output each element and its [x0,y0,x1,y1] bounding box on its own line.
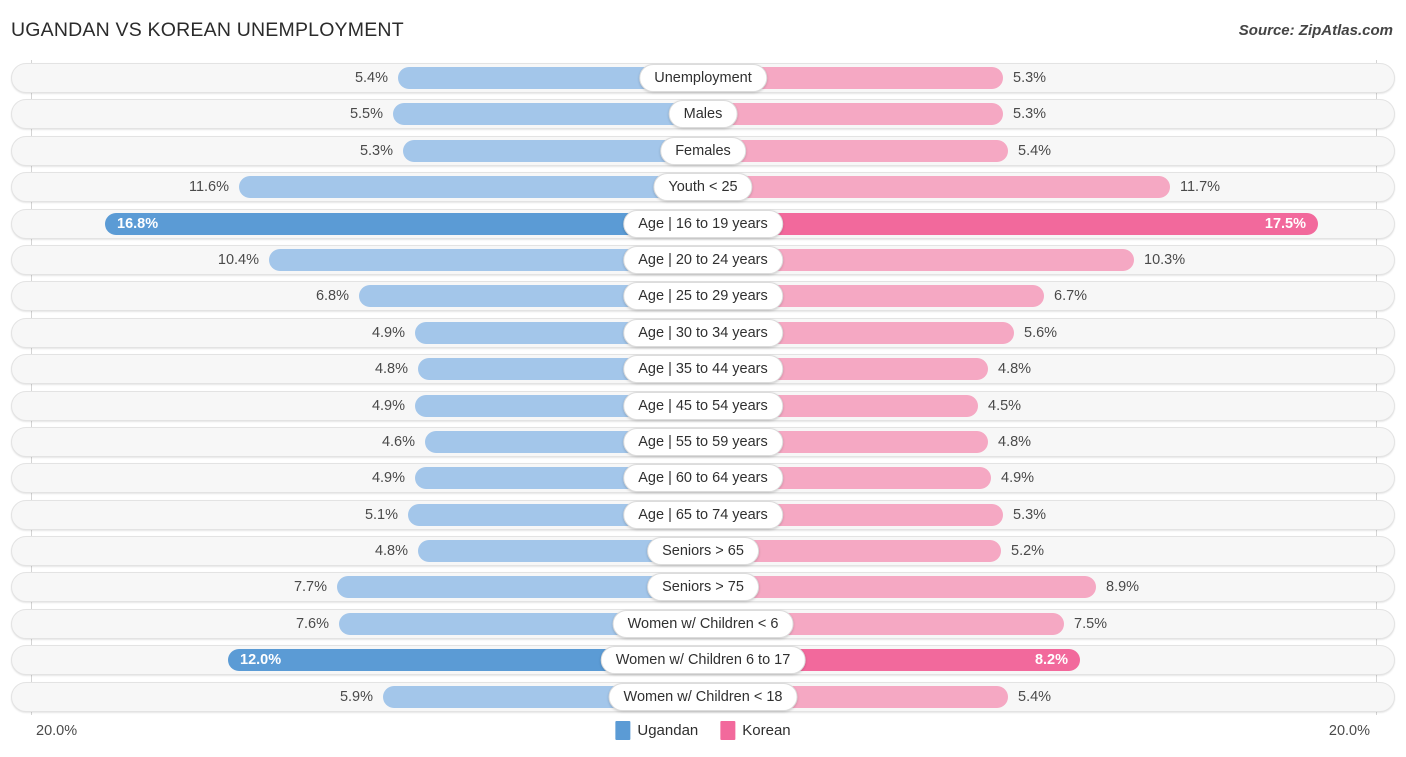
value-label-korean: 5.3% [1013,106,1047,123]
table-row: 4.9% 4.9% Age | 60 to 64 years [0,460,1406,496]
bar-ugandan [239,176,703,199]
category-label: Age | 65 to 74 years [623,500,783,529]
value-label-ugandan: 4.9% [371,324,405,341]
category-label: Women w/ Children < 6 [612,609,794,638]
legend-item: Korean [720,721,791,740]
value-label-ugandan: 7.7% [293,579,327,596]
category-label: Males [668,100,738,129]
value-label-korean: 10.3% [1144,251,1186,268]
bar-rows: 5.4% 5.3% Unemployment 5.5% 5.3% Males 5.3% 5.4… [0,60,1406,715]
value-label-ugandan: 10.4% [217,251,259,268]
bar-korean [703,103,1003,126]
category-label: Age | 30 to 34 years [623,318,783,347]
table-row: 5.5% 5.3% Males [0,96,1406,132]
table-row: 7.6% 7.5% Women w/ Children < 6 [0,606,1406,642]
value-label-korean: 5.3% [1013,506,1047,523]
value-label-ugandan: 12.0% [240,652,282,669]
legend-label: Ugandan [637,722,699,739]
value-label-korean: 5.4% [1018,688,1052,705]
table-row: 4.8% 4.8% Age | 35 to 44 years [0,351,1406,387]
table-row: 4.8% 5.2% Seniors > 65 [0,533,1406,569]
category-label: Age | 60 to 64 years [623,464,783,493]
value-label-korean: 8.2% [1034,652,1068,669]
table-row: 5.1% 5.3% Age | 65 to 74 years [0,497,1406,533]
axis-max-label: 20.0% [1328,723,1370,739]
value-label-korean: 4.8% [998,361,1032,378]
value-label-korean: 4.5% [988,397,1022,414]
table-row: 5.4% 5.3% Unemployment [0,60,1406,96]
table-row: 11.6% 11.7% Youth < 25 [0,169,1406,205]
category-label: Women w/ Children < 18 [608,682,798,711]
table-row: 4.9% 4.5% Age | 45 to 54 years [0,388,1406,424]
bar-korean [703,212,1318,235]
value-label-korean: 8.9% [1106,579,1140,596]
value-label-ugandan: 11.6% [188,179,229,196]
value-label-korean: 4.9% [1001,470,1035,487]
chart-footer: 20.0% 20.0% Ugandan Korean [0,715,1406,757]
chart-root: UGANDAN VS KOREAN UNEMPLOYMENT Source: Z… [0,0,1406,757]
category-label: Seniors > 75 [647,573,759,602]
category-label: Age | 45 to 54 years [623,391,783,420]
value-label-ugandan: 6.8% [315,288,349,305]
category-label: Unemployment [639,64,767,92]
legend: Ugandan Korean [615,721,791,740]
value-label-ugandan: 4.9% [371,397,405,414]
value-label-korean: 5.2% [1011,543,1045,560]
category-label: Age | 35 to 44 years [623,355,783,384]
chart-header: UGANDAN VS KOREAN UNEMPLOYMENT Source: Z… [0,0,1406,60]
value-label-korean: 5.4% [1018,142,1052,159]
bar-ugandan [403,139,703,162]
bar-ugandan [393,103,703,126]
value-label-ugandan: 5.3% [359,142,393,159]
value-label-korean: 4.8% [998,433,1032,450]
value-label-ugandan: 7.6% [295,615,329,632]
category-label: Age | 16 to 19 years [623,209,783,238]
category-label: Age | 25 to 29 years [623,282,783,311]
value-label-ugandan: 4.6% [381,433,415,450]
category-label: Females [660,136,746,165]
plot-area: 5.4% 5.3% Unemployment 5.5% 5.3% Males 5.3% 5.4… [0,60,1406,715]
value-label-korean: 5.6% [1024,324,1058,341]
value-label-ugandan: 5.9% [339,688,373,705]
table-row: 12.0% 8.2% Women w/ Children 6 to 17 [0,642,1406,678]
bar-korean [703,576,1096,599]
table-row: 6.8% 6.7% Age | 25 to 29 years [0,278,1406,314]
table-row: 4.6% 4.8% Age | 55 to 59 years [0,424,1406,460]
value-label-ugandan: 5.1% [364,506,398,523]
category-label: Age | 55 to 59 years [623,427,783,456]
value-label-ugandan: 5.4% [354,70,388,86]
value-label-korean: 5.3% [1013,70,1047,86]
table-row: 16.8% 17.5% Age | 16 to 19 years [0,206,1406,242]
bar-korean [703,139,1008,162]
value-label-ugandan: 4.9% [371,470,405,487]
legend-swatch [615,721,631,740]
axis-min-label: 20.0% [36,723,78,739]
category-label: Age | 20 to 24 years [623,245,783,274]
page-title: UGANDAN VS KOREAN UNEMPLOYMENT [11,19,404,41]
category-label: Seniors > 65 [647,537,759,566]
value-label-ugandan: 5.5% [349,106,383,123]
table-row: 5.3% 5.4% Females [0,133,1406,169]
bar-ugandan [105,212,703,235]
legend-label: Korean [742,722,791,739]
value-label-korean: 11.7% [1180,179,1221,196]
table-row: 4.9% 5.6% Age | 30 to 34 years [0,315,1406,351]
legend-swatch [720,721,736,740]
category-label: Women w/ Children 6 to 17 [600,646,806,675]
value-label-korean: 7.5% [1074,615,1108,632]
table-row: 10.4% 10.3% Age | 20 to 24 years [0,242,1406,278]
bar-korean [703,176,1170,199]
source-attribution: Source: ZipAtlas.com [1238,22,1393,39]
table-row: 5.9% 5.4% Women w/ Children < 18 [0,679,1406,715]
value-label-ugandan: 4.8% [374,543,408,560]
value-label-korean: 6.7% [1054,288,1088,305]
legend-item: Ugandan [615,721,698,740]
category-label: Youth < 25 [653,173,753,202]
table-row: 7.7% 8.9% Seniors > 75 [0,569,1406,605]
value-label-korean: 17.5% [1264,215,1306,232]
value-label-ugandan: 4.8% [374,361,408,378]
value-label-ugandan: 16.8% [117,215,159,232]
